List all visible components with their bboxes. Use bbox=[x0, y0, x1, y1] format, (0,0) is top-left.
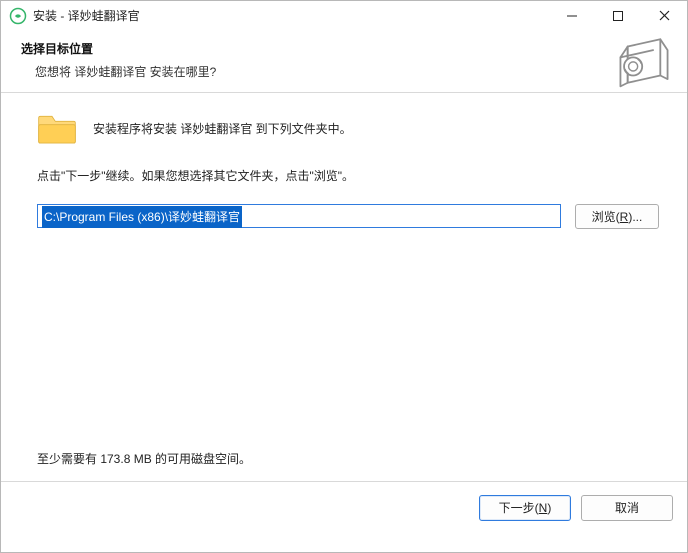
wizard-footer: 下一步(N) 取消 bbox=[1, 481, 687, 533]
cancel-button[interactable]: 取消 bbox=[581, 495, 673, 521]
window-title: 安装 - 译妙蛙翻译官 bbox=[33, 7, 140, 24]
app-icon bbox=[9, 7, 27, 25]
close-button[interactable] bbox=[641, 1, 687, 30]
titlebar: 安装 - 译妙蛙翻译官 bbox=[1, 0, 687, 30]
hint-text: 点击"下一步"继续。如果您想选择其它文件夹，点击"浏览"。 bbox=[37, 167, 659, 184]
next-button[interactable]: 下一步(N) bbox=[479, 495, 571, 521]
intro-text: 安装程序将安装 译妙蛙翻译官 到下列文件夹中。 bbox=[93, 120, 352, 137]
install-path-value: C:\Program Files (x86)\译妙蛙翻译官 bbox=[42, 206, 242, 228]
maximize-button[interactable] bbox=[595, 1, 641, 30]
window-controls bbox=[549, 1, 687, 30]
wizard-header: 选择目标位置 您想将 译妙蛙翻译官 安装在哪里? bbox=[1, 30, 687, 92]
wizard-body: 安装程序将安装 译妙蛙翻译官 到下列文件夹中。 点击"下一步"继续。如果您想选择… bbox=[1, 93, 687, 481]
install-path-input[interactable]: C:\Program Files (x86)\译妙蛙翻译官 bbox=[37, 204, 561, 228]
disk-space-text: 至少需要有 173.8 MB 的可用磁盘空间。 bbox=[37, 450, 251, 467]
browse-button[interactable]: 浏览(R)... bbox=[575, 204, 659, 229]
page-heading: 选择目标位置 bbox=[21, 40, 667, 57]
minimize-button[interactable] bbox=[549, 1, 595, 30]
page-subheading: 您想将 译妙蛙翻译官 安装在哪里? bbox=[35, 63, 667, 80]
box-icon bbox=[615, 32, 673, 90]
folder-icon bbox=[37, 111, 77, 145]
